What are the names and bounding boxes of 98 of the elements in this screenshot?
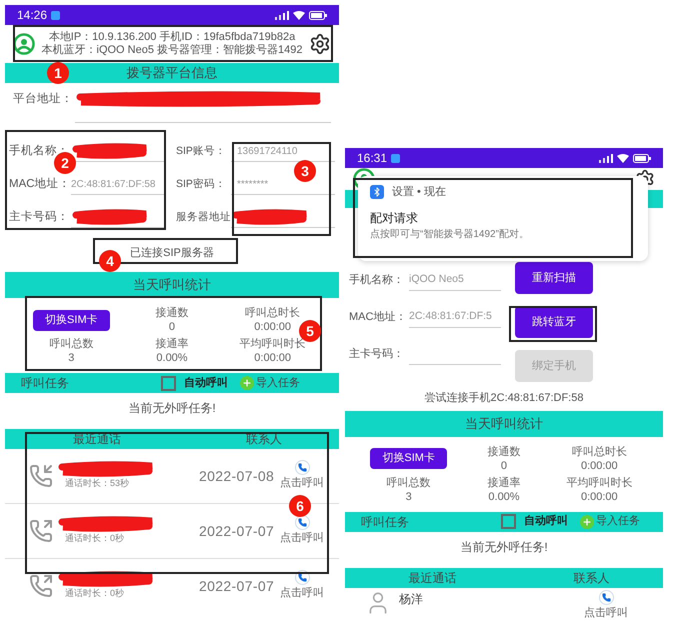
battery-icon (309, 10, 327, 20)
battery-icon (633, 154, 651, 162)
call-action-label[interactable]: 点击呼叫 (280, 475, 324, 492)
incoming-call-icon (29, 464, 53, 488)
signal-icon (275, 10, 289, 20)
connection-status: 尝试连接手机2C:48:81:67:DF:58 (424, 390, 584, 406)
bluetooth-icon (370, 185, 384, 200)
action-button[interactable]: 重新扫描 (515, 262, 593, 294)
call-date: 2022-07-07 (199, 576, 274, 596)
notification-card[interactable]: 设置 • 现在 配对请求 点按即可与“智能拨号器1492”配对。 (358, 176, 648, 261)
stat-label: 接通数 (155, 306, 188, 320)
user-avatar-icon (13, 33, 35, 55)
field-value: 13691724110 (237, 144, 298, 158)
call-date: 2022-07-07 (199, 522, 274, 540)
app-notification-icon (51, 10, 60, 20)
field-label: 服务器地址 (176, 210, 231, 225)
switch-sim-button[interactable]: 切换SIM卡 (33, 310, 110, 330)
clock-time: 14:26 (17, 7, 48, 24)
call-duration: 通话时长：0秒 (65, 587, 126, 600)
field-value: ******** (237, 178, 268, 192)
stat-label: 接通率 (487, 476, 520, 490)
text-field[interactable] (75, 91, 331, 123)
notification-body: 点按即可与“智能拨号器1492”配对。 (370, 228, 530, 242)
auto-call-label[interactable]: 自动呼叫 (524, 513, 568, 530)
stat-label: 呼叫总数 (49, 337, 94, 351)
call-date: 2022-07-08 (199, 466, 274, 486)
auto-call-checkbox[interactable] (161, 376, 176, 390)
connection-status: 已连接SIP服务器 (130, 246, 214, 260)
task-title: 呼叫任务 (361, 514, 410, 530)
column-header: 联系人 (572, 570, 610, 586)
text-field[interactable] (71, 208, 164, 228)
text-field[interactable] (231, 208, 335, 228)
import-tasks-link[interactable]: 导入任务 (596, 513, 640, 530)
text-field[interactable]: 2C:48:81:67:DF:58 (71, 174, 164, 194)
empty-message: 当前无外呼任务! (459, 538, 549, 556)
annotation-number: 2 (54, 152, 76, 174)
stat-label: 平均呼叫时长 (566, 476, 632, 490)
field-label: MAC地址： (349, 310, 408, 326)
outgoing-call-icon (29, 574, 53, 598)
section-header: 当天呼叫统计 (345, 410, 663, 436)
field-label: 平台地址： (13, 92, 74, 107)
notification-source: 设置 • 现在 (392, 185, 446, 200)
auto-call-label[interactable]: 自动呼叫 (184, 374, 228, 392)
action-button[interactable]: 跳转蓝牙 (515, 306, 593, 338)
app-notification-icon (391, 154, 400, 162)
call-icon[interactable] (294, 570, 310, 586)
annotation-number: 4 (99, 250, 121, 272)
contact-name: 杨洋 (399, 590, 423, 608)
auto-call-checkbox[interactable] (501, 514, 516, 529)
stat-label: 呼叫总数 (386, 476, 431, 490)
text-field[interactable] (71, 142, 164, 162)
field-value: 2C:48:81:67:DF:58 (71, 178, 156, 192)
device-info: 本机蓝牙：iQOO Neo5 拨号器管理：智能拨号器1492 (42, 44, 302, 57)
stat-value: 0 (500, 458, 508, 472)
field-value: 2C:48:81:67:DF:5 (409, 309, 492, 324)
add-icon (240, 376, 254, 390)
stat-label: 呼叫总时长 (572, 444, 627, 458)
outgoing-call-icon (29, 519, 53, 543)
annotation-number: 6 (289, 495, 311, 517)
wifi-icon (293, 10, 305, 20)
field-label: MAC地址： (9, 176, 71, 192)
call-duration: 通话时长：53秒 (65, 477, 130, 490)
switch-sim-button[interactable]: 切换SIM卡 (370, 448, 447, 469)
field-label: SIP账号： (176, 144, 227, 159)
stat-value: 0.00% (488, 490, 520, 504)
stat-value: 0 (168, 320, 176, 334)
signal-icon (599, 154, 613, 162)
field-value: iQOO Neo5 (409, 272, 464, 288)
call-duration: 通话时长：0秒 (65, 532, 126, 546)
import-tasks-link[interactable]: 导入任务 (256, 374, 300, 392)
task-title: 呼叫任务 (21, 375, 70, 392)
call-action-label[interactable]: 点击呼叫 (280, 530, 324, 547)
empty-message: 当前无外呼任务! (127, 400, 217, 417)
annotation-number: 3 (294, 160, 316, 182)
stat-label: 呼叫总时长 (245, 306, 300, 320)
call-action-label[interactable]: 点击呼叫 (280, 585, 324, 602)
stat-value: 0:00:00 (580, 490, 618, 504)
stat-label: 接通率 (155, 337, 188, 351)
settings-icon[interactable] (309, 33, 331, 55)
stat-value: 0.00% (156, 351, 188, 365)
column-header: 最近通话 (407, 570, 458, 586)
field-label: 主卡号码： (9, 209, 70, 225)
device-info: 本地IP：10.9.136.200 手机ID：19fa5fbda719b82a (48, 31, 296, 44)
notification-title: 配对请求 (370, 210, 419, 226)
section-header: 当天呼叫统计 (5, 272, 339, 298)
field-label: 主卡号码： (349, 346, 405, 362)
field-label: 手机名称： (349, 273, 405, 288)
stat-value: 3 (68, 351, 74, 365)
add-icon (580, 514, 594, 528)
field-label: SIP密码： (176, 176, 227, 192)
stat-value: 0:00:00 (254, 320, 291, 334)
stat-label: 接通数 (487, 444, 520, 458)
stat-value: 0:00:00 (580, 458, 618, 472)
stat-value: 3 (406, 490, 412, 504)
stat-value: 0:00:00 (254, 351, 291, 365)
clock-time: 16:31 (357, 150, 388, 167)
call-action-label[interactable]: 点击呼叫 (584, 604, 628, 621)
wifi-icon (617, 154, 629, 162)
